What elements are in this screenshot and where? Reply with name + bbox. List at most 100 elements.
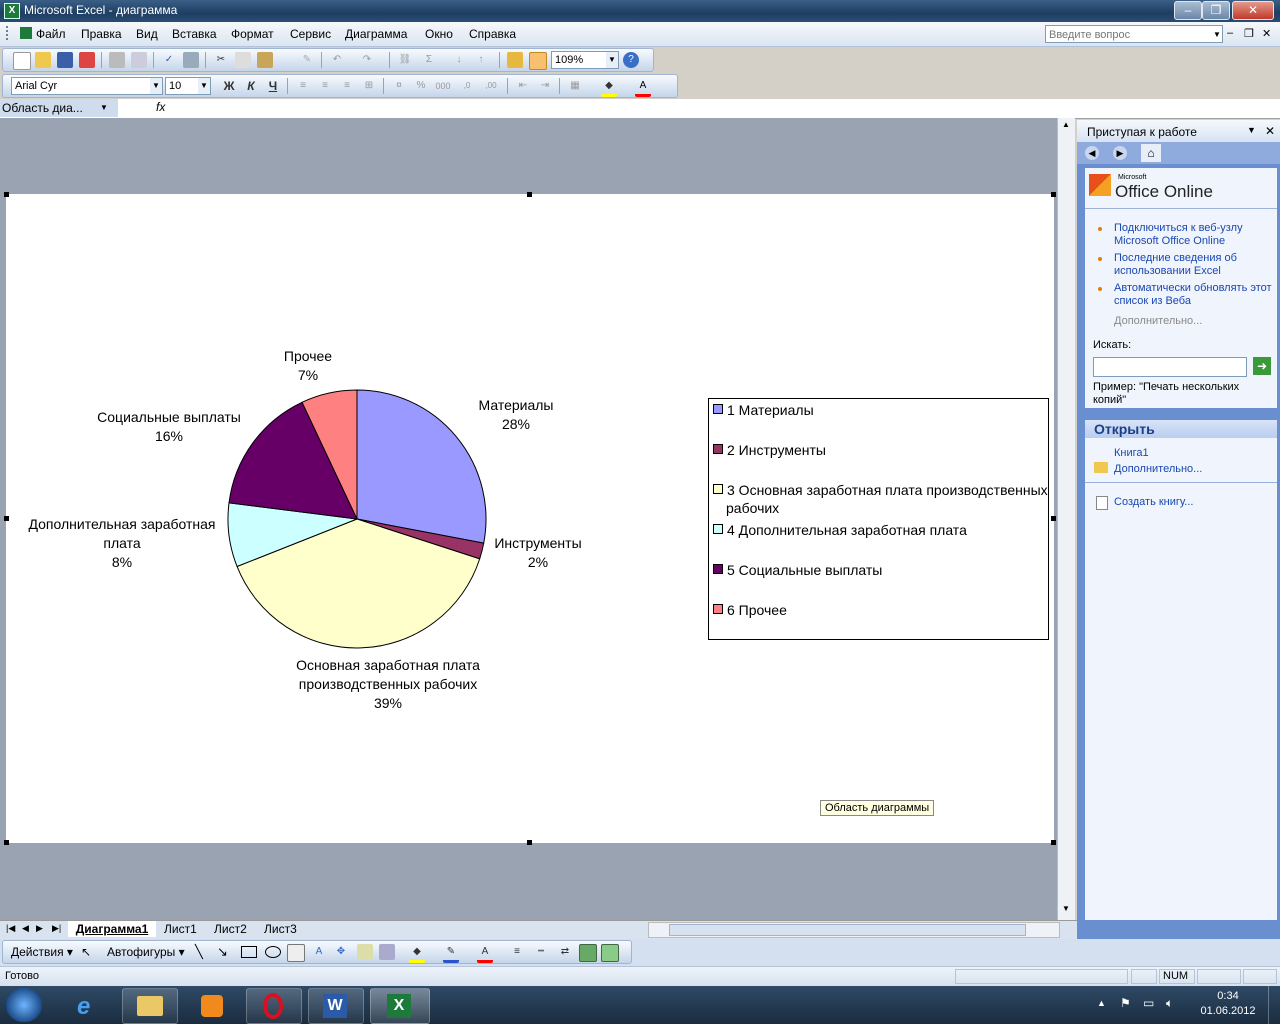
- function-icon[interactable]: fx: [156, 100, 165, 114]
- save-icon[interactable]: [57, 52, 73, 68]
- last-sheet-icon[interactable]: ▶|: [52, 923, 61, 934]
- close-icon[interactable]: ✕: [1265, 124, 1275, 138]
- increase-decimal-icon[interactable]: ,0: [459, 78, 475, 94]
- menu-help[interactable]: Справка: [469, 27, 516, 41]
- menu-window[interactable]: Окно: [425, 27, 453, 41]
- chevron-down-icon[interactable]: ▼: [1247, 125, 1256, 135]
- picture-icon[interactable]: [379, 944, 395, 960]
- legend-item[interactable]: 5 Социальные выплаты: [713, 562, 882, 578]
- scroll-down-icon[interactable]: ▼: [1060, 904, 1072, 916]
- hyperlink-icon[interactable]: ⛓: [397, 52, 413, 68]
- doc-minimize-button[interactable]: –: [1227, 27, 1233, 39]
- decrease-indent-icon[interactable]: ⇤: [515, 78, 531, 94]
- menu-edit[interactable]: Правка: [81, 27, 122, 41]
- chart-legend[interactable]: 1 Материалы 2 Инструменты 3 Основная зар…: [708, 398, 1049, 640]
- decrease-decimal-icon[interactable]: ,00: [483, 78, 499, 94]
- borders-icon[interactable]: ▦: [567, 78, 583, 94]
- font-select[interactable]: Arial Cyr ▼: [11, 77, 163, 95]
- oval-icon[interactable]: [265, 946, 281, 958]
- tab-sheet3[interactable]: Лист3: [264, 921, 304, 937]
- media-player-icon[interactable]: [184, 988, 240, 1024]
- menu-format[interactable]: Формат: [231, 27, 274, 41]
- research-icon[interactable]: [183, 52, 199, 68]
- resize-handle[interactable]: [1051, 840, 1056, 845]
- line-style-icon[interactable]: ≡: [509, 944, 525, 960]
- chevron-down-icon[interactable]: ▼: [1213, 30, 1221, 39]
- data-label-base-wages[interactable]: Основная заработная плата производственн…: [268, 656, 508, 713]
- chevron-down-icon[interactable]: ▼: [100, 103, 108, 112]
- legend-item[interactable]: 1 Материалы: [713, 402, 814, 418]
- align-right-icon[interactable]: ≡: [339, 78, 355, 94]
- align-left-icon[interactable]: ≡: [295, 78, 311, 94]
- create-workbook-link[interactable]: Создать книгу...: [1114, 496, 1193, 509]
- menu-view[interactable]: Вид: [136, 27, 158, 41]
- data-label-materials[interactable]: Материалы 28%: [456, 396, 576, 434]
- increase-indent-icon[interactable]: ⇥: [537, 78, 553, 94]
- actions-menu[interactable]: Действия ▾: [11, 945, 73, 959]
- copy-icon[interactable]: [235, 52, 251, 68]
- start-button[interactable]: [6, 988, 42, 1022]
- open-icon[interactable]: [35, 52, 51, 68]
- line-color-icon[interactable]: ✎: [443, 944, 459, 963]
- font-color-icon[interactable]: A: [477, 944, 493, 963]
- home-icon[interactable]: ⌂: [1141, 144, 1161, 162]
- tab-sheet1[interactable]: Лист1: [164, 921, 204, 937]
- rectangle-icon[interactable]: [241, 946, 257, 958]
- zoom-select[interactable]: 109% ▼: [551, 51, 619, 69]
- excel-taskbar-icon[interactable]: X: [370, 988, 430, 1024]
- chart-wizard-icon[interactable]: [507, 52, 523, 68]
- link-more[interactable]: Дополнительно...: [1114, 315, 1202, 328]
- autosum-icon[interactable]: Σ: [421, 52, 437, 68]
- undo-icon[interactable]: ↶: [329, 52, 345, 68]
- data-label-tools[interactable]: Инструменты 2%: [478, 534, 598, 572]
- link-connect[interactable]: Подключиться к веб-узлу Microsoft Office…: [1114, 222, 1274, 248]
- fill-color-icon[interactable]: ◆: [409, 944, 425, 963]
- minimize-button[interactable]: –: [1174, 1, 1202, 20]
- network-icon[interactable]: ▭: [1143, 996, 1154, 1010]
- next-sheet-icon[interactable]: ▶: [36, 923, 43, 934]
- currency-icon[interactable]: ¤: [391, 78, 407, 94]
- new-icon[interactable]: [13, 52, 31, 70]
- legend-item[interactable]: 4 Дополнительная заработная плата: [713, 522, 967, 538]
- doc-restore-button[interactable]: ❐: [1244, 27, 1254, 40]
- line-icon[interactable]: ╲: [195, 944, 203, 960]
- maximize-button[interactable]: ❐: [1202, 1, 1230, 20]
- pointer-icon[interactable]: ↖: [81, 945, 91, 959]
- doc-close-button[interactable]: ✕: [1262, 27, 1271, 40]
- resize-handle[interactable]: [4, 516, 9, 521]
- underline-button[interactable]: Ч: [265, 78, 281, 94]
- opera-icon[interactable]: [246, 988, 302, 1024]
- vertical-scrollbar[interactable]: ▲ ▼: [1057, 118, 1075, 920]
- action-center-icon[interactable]: ⚑: [1120, 996, 1131, 1010]
- 3d-icon[interactable]: [601, 944, 619, 962]
- legend-item[interactable]: 3 Основная заработная плата производстве…: [713, 482, 1048, 498]
- menu-tools[interactable]: Сервис: [290, 27, 331, 41]
- print-icon[interactable]: [109, 52, 125, 68]
- chevron-down-icon[interactable]: ▼: [150, 78, 162, 94]
- help-search-input[interactable]: Введите вопрос: [1045, 25, 1223, 43]
- diagram-icon[interactable]: ✥: [333, 944, 349, 960]
- data-label-social[interactable]: Социальные выплаты 16%: [86, 408, 252, 446]
- explorer-icon[interactable]: [122, 988, 178, 1024]
- redo-icon[interactable]: ↷: [359, 52, 375, 68]
- resize-handle[interactable]: [1051, 192, 1056, 197]
- forward-icon[interactable]: ▶: [1113, 146, 1127, 160]
- shadow-icon[interactable]: [579, 944, 597, 962]
- internet-explorer-icon[interactable]: e: [62, 988, 118, 1024]
- percent-icon[interactable]: %: [413, 78, 429, 94]
- tab-chart1[interactable]: Диаграмма1: [68, 921, 156, 937]
- legend-item[interactable]: 2 Инструменты: [713, 442, 826, 458]
- clipart-icon[interactable]: [357, 944, 373, 960]
- taskbar-clock[interactable]: 0:34 01.06.2012: [1188, 989, 1268, 1019]
- excel-doc-icon[interactable]: [20, 27, 32, 39]
- scroll-up-icon[interactable]: ▲: [1060, 120, 1072, 132]
- arrow-style-icon[interactable]: ⇄: [557, 944, 573, 960]
- resize-handle[interactable]: [527, 192, 532, 197]
- volume-icon[interactable]: 🔈︎: [1166, 996, 1173, 1011]
- paste-icon[interactable]: [257, 52, 273, 68]
- italic-button[interactable]: К: [243, 78, 259, 94]
- tab-sheet2[interactable]: Лист2: [214, 921, 254, 937]
- scroll-thumb[interactable]: [669, 924, 1026, 936]
- merge-center-icon[interactable]: ⊞: [361, 78, 377, 94]
- excel-icon[interactable]: X: [4, 3, 20, 19]
